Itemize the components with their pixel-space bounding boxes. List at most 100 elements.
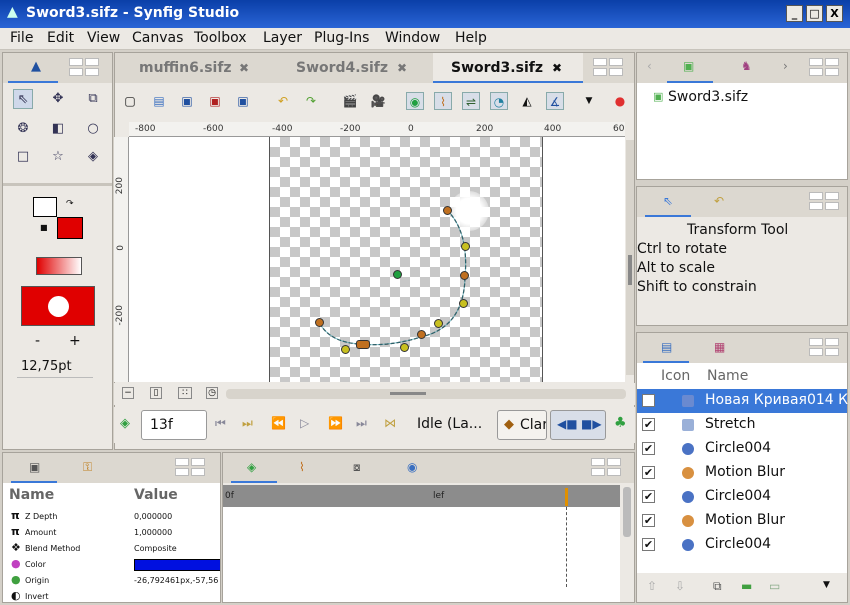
toolbox-tab-icon[interactable]: ▲ [31, 59, 41, 74]
sets-tab-icon[interactable]: ▦ [714, 340, 725, 354]
seek-begin-icon[interactable]: ⏮ [215, 416, 226, 431]
keyframes-tab-icon[interactable]: ⧇ [353, 460, 361, 475]
zoom-out-icon[interactable]: − [122, 387, 134, 399]
param-row[interactable]: ◐ Invert [3, 589, 220, 602]
layer-visibility-checkbox[interactable]: ✔ [642, 514, 655, 527]
layers-more-icon[interactable]: ▼ [823, 580, 830, 590]
vertex-handle[interactable] [315, 318, 324, 327]
interpolation-dropdown[interactable]: ◆ Clar [497, 410, 547, 440]
keyframe-lock-icon[interactable]: ◈ [120, 416, 130, 431]
layer-row[interactable]: ✔ Stretch [637, 413, 847, 437]
param-value[interactable]: 1,000000 [134, 528, 220, 537]
timetrack-area[interactable] [223, 507, 620, 602]
duplicate-layer-icon[interactable]: ⧉ [713, 579, 722, 594]
timetrack-tab-icon[interactable]: ◈ [247, 460, 256, 474]
param-row[interactable]: π Z Depth 0,000000 [3, 509, 220, 525]
vertex-handle[interactable] [341, 345, 350, 354]
library-tab-icon[interactable]: ⚿ [83, 460, 92, 475]
show-tangent-icon[interactable]: ⇌ [462, 92, 480, 110]
param-row[interactable]: ❖ Blend Method Composite [3, 541, 220, 557]
param-value[interactable]: Composite [134, 544, 220, 553]
menu-layer[interactable]: Layer [263, 30, 302, 46]
layer-row[interactable]: ✔ Motion Blur [637, 509, 847, 533]
rotate-tool-icon[interactable]: ❂ [13, 119, 33, 139]
panel-grip-icon[interactable] [591, 458, 625, 478]
vertex-handle[interactable] [434, 319, 443, 328]
save-all-icon[interactable]: ▣ [234, 92, 252, 110]
layer-visibility-checkbox[interactable] [642, 394, 655, 407]
menu-edit[interactable]: Edit [47, 30, 74, 46]
group-layer-icon[interactable]: ▬ [741, 579, 752, 593]
vertex-handle[interactable] [461, 242, 470, 251]
layer-visibility-checkbox[interactable]: ✔ [642, 490, 655, 503]
layer-row[interactable]: ✔ Circle004 [637, 485, 847, 509]
next-frame-icon[interactable]: ⏩ [328, 416, 343, 430]
param-value[interactable]: 0,000000 [134, 512, 220, 521]
layer-row[interactable]: ✔ Circle004 [637, 533, 847, 557]
panel-grip-icon[interactable] [809, 338, 843, 358]
time-cursor[interactable] [565, 488, 568, 506]
gradient-tool-icon[interactable]: ◈ [83, 147, 103, 167]
menu-view[interactable]: View [87, 30, 120, 46]
vertex-handle[interactable] [356, 340, 370, 349]
transform-tool-icon[interactable]: ⇖ [13, 89, 33, 109]
vertex-handle[interactable] [417, 330, 426, 339]
time-ruler[interactable]: 0f lef [223, 485, 620, 507]
width-increase-button[interactable]: + [69, 333, 81, 349]
gradient-swatch[interactable] [36, 257, 82, 275]
menu-plugins[interactable]: Plug-Ins [314, 30, 369, 46]
brush-width-field[interactable]: 12,75pt [21, 359, 72, 374]
layer-visibility-checkbox[interactable]: ✔ [642, 442, 655, 455]
maximize-button[interactable]: □ [806, 5, 823, 22]
menu-help[interactable]: Help [455, 30, 487, 46]
menu-window[interactable]: Window [385, 30, 440, 46]
open-file-icon[interactable]: ▤ [150, 92, 168, 110]
width-decrease-button[interactable]: - [35, 333, 40, 349]
toolbar-more-icon[interactable]: ▼ [580, 92, 598, 110]
history-tab-icon[interactable]: ↶ [714, 194, 724, 208]
current-frame-field[interactable]: 13f [141, 410, 207, 440]
timetrack-vscroll[interactable] [623, 487, 631, 537]
tabs-next-icon[interactable]: › [783, 59, 788, 73]
play-icon[interactable]: ▷ [300, 416, 309, 430]
lower-layer-icon[interactable]: ⇩ [675, 579, 685, 593]
vertex-handle[interactable] [400, 343, 409, 352]
raise-layer-icon[interactable]: ⇧ [647, 579, 657, 593]
show-bone-icon[interactable]: ∡ [546, 92, 564, 110]
library-tab-icon[interactable]: ♞ [741, 59, 752, 73]
layer-visibility-checkbox[interactable]: ✔ [642, 466, 655, 479]
layer-row[interactable]: Новая Кривая014 К [637, 389, 848, 413]
tab-muffin6[interactable]: muffin6.sifz [139, 60, 232, 76]
tab-sword4-close-icon[interactable]: ✖ [397, 61, 407, 75]
onion-skin-icon[interactable]: ◭ [518, 92, 536, 110]
tab-sword3[interactable]: Sword3.sifz [451, 60, 543, 76]
param-value[interactable]: -26,792461px,-57,56 [134, 576, 220, 585]
zoom-reset-icon[interactable]: ◷ [206, 387, 218, 399]
ungroup-layer-icon[interactable]: ▭ [769, 579, 780, 593]
circle-tool-icon[interactable]: ○ [83, 119, 103, 139]
vertex-handle[interactable] [459, 299, 468, 308]
vertex-handle[interactable] [443, 206, 452, 215]
menu-toolbox[interactable]: Toolbox [194, 30, 247, 46]
menu-file[interactable]: File [10, 30, 33, 46]
close-button[interactable]: X [826, 5, 843, 22]
redo-icon[interactable]: ↷ [302, 92, 320, 110]
layer-row[interactable]: ✔ Circle004 [637, 437, 847, 461]
smooth-move-tool-icon[interactable]: ✥ [48, 89, 68, 109]
animation-mode-icon[interactable]: ♣ [614, 415, 627, 431]
zoom-grid-icon[interactable]: ∷ [178, 387, 192, 399]
curves-tab-icon[interactable]: ⌇ [299, 460, 305, 474]
layer-visibility-checkbox[interactable]: ✔ [642, 418, 655, 431]
show-width-icon[interactable]: ⌇ [434, 92, 452, 110]
panel-grip-icon[interactable] [593, 58, 627, 78]
vertex-handle[interactable] [460, 271, 469, 280]
tab-sword3-close-icon[interactable]: ✖ [552, 61, 562, 75]
next-keyframe-icon[interactable]: ⋈ [384, 416, 396, 430]
swap-colors-icon[interactable]: ↷ [66, 199, 74, 209]
preview-icon[interactable]: 🎥 [369, 92, 387, 110]
panel-grip-icon[interactable] [69, 58, 103, 78]
zoom-fit-icon[interactable]: ▯ [150, 387, 162, 399]
render-icon[interactable]: 🎬 [341, 92, 359, 110]
vertical-scrollbar[interactable] [626, 140, 634, 375]
tab-muffin6-close-icon[interactable]: ✖ [239, 61, 249, 75]
